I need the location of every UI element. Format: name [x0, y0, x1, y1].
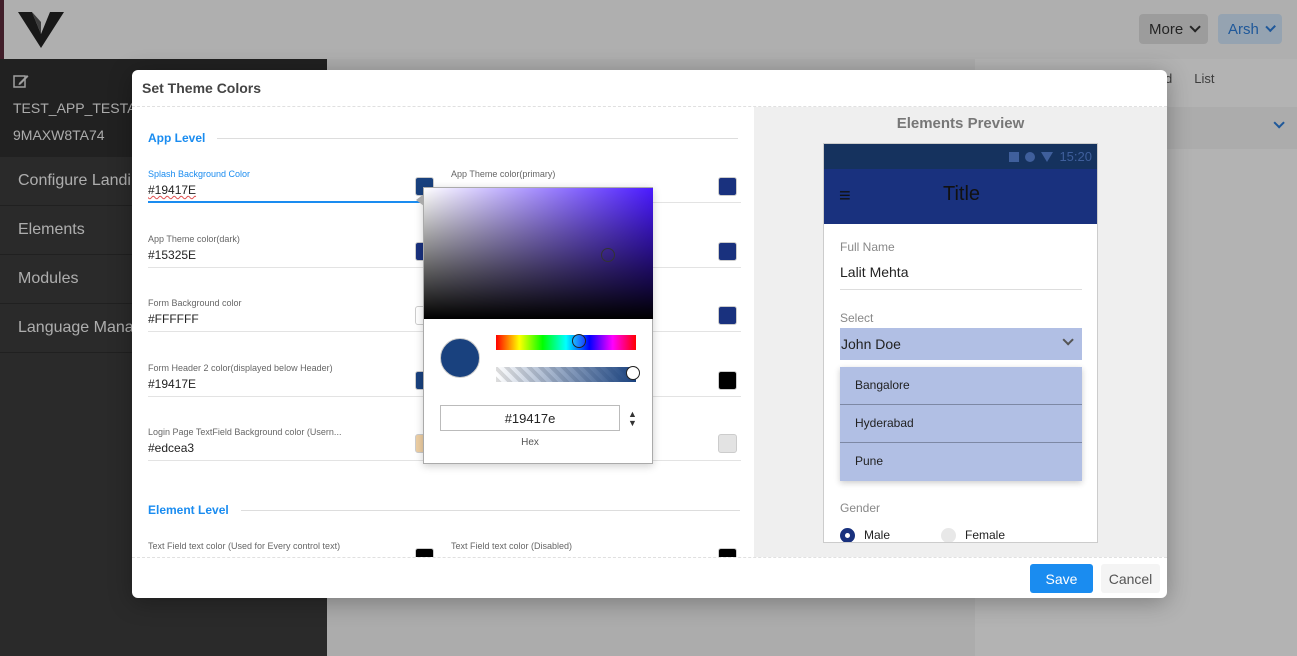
textfield-text-color-swatch[interactable]: [415, 548, 434, 557]
color-preview-swatch: [440, 338, 480, 378]
field-label: Splash Background Color: [148, 169, 251, 179]
field-value[interactable]: #FFFFFF: [148, 312, 199, 326]
app-theme-dark-field[interactable]: App Theme color(dark) #15325E: [148, 234, 438, 268]
form-header2-color-field[interactable]: Form Header 2 color(displayed below Head…: [148, 363, 438, 397]
field-label: Text Field text color (Used for Every co…: [148, 541, 341, 551]
phone-preview: 15:20 ≡ Title Full Name Lalit Mehta Sele…: [823, 143, 1098, 543]
color-swatch[interactable]: [718, 434, 737, 453]
modal-footer: Save Cancel: [132, 557, 1167, 598]
theme-colors-modal: Set Theme Colors App Level Splash Backgr…: [132, 70, 1167, 598]
alpha-slider[interactable]: [496, 366, 640, 382]
field-value[interactable]: #edcea3: [148, 441, 194, 455]
cancel-button[interactable]: Cancel: [1101, 564, 1160, 593]
app-theme-primary-swatch[interactable]: [718, 177, 737, 196]
full-name-value[interactable]: Lalit Mehta: [840, 264, 908, 280]
color-swatch[interactable]: [718, 242, 737, 261]
color-swatch[interactable]: [718, 371, 737, 390]
elements-preview: Elements Preview 15:20 ≡ Title Full Name…: [754, 107, 1167, 557]
battery-icon: [1025, 151, 1036, 162]
form-bg-color-field[interactable]: Form Background color #FFFFFF: [148, 298, 438, 332]
section-divider: [217, 137, 739, 139]
wifi-icon: [1041, 151, 1054, 162]
select-options: Bangalore Hyderabad Pune: [840, 367, 1082, 481]
save-button[interactable]: Save: [1030, 564, 1093, 593]
section-divider: [240, 509, 740, 511]
hex-label: Hex: [521, 437, 539, 448]
signal-icon: [1009, 151, 1020, 162]
app-bar: ≡ Title: [824, 169, 1097, 224]
field-label: App Theme color(primary): [451, 169, 556, 179]
select-value: John Doe: [841, 336, 901, 352]
color-swatch[interactable]: [718, 306, 737, 325]
gender-label: Gender: [840, 501, 881, 515]
option-pune[interactable]: Pune: [840, 443, 1082, 481]
section-element-level: Element Level: [148, 503, 740, 517]
section-element-level-title: Element Level: [148, 503, 229, 517]
field-label: App Theme color(dark): [148, 234, 240, 244]
section-app-level-title: App Level: [148, 131, 206, 145]
section-app-level: App Level: [148, 131, 739, 145]
full-name-label: Full Name: [840, 240, 895, 254]
field-label: Login Page TextField Background color (U…: [148, 427, 342, 437]
login-textfield-bg-color-field[interactable]: Login Page TextField Background color (U…: [148, 427, 438, 461]
saturation-handle[interactable]: [601, 248, 615, 262]
field-label: Form Header 2 color(displayed below Head…: [148, 363, 333, 373]
radio-female-label: Female: [965, 528, 1006, 542]
select-dropdown[interactable]: John Doe: [840, 328, 1082, 360]
hue-slider[interactable]: [496, 334, 636, 350]
option-hyderabad[interactable]: Hyderabad: [840, 405, 1082, 443]
modal-body: App Level Splash Background Color #19417…: [132, 107, 1167, 557]
status-time: 15:20: [1059, 149, 1092, 164]
field-value[interactable]: #19417E: [148, 183, 196, 197]
textfield-disabled-color-field[interactable]: Text Field text color (Disabled): [451, 541, 741, 557]
hue-slider-handle[interactable]: [572, 334, 586, 348]
select-label: Select: [840, 311, 874, 325]
option-bangalore[interactable]: Bangalore: [840, 367, 1082, 405]
hex-input[interactable]: [440, 405, 620, 431]
app-bar-title: Title: [942, 183, 981, 205]
textfield-text-color-field[interactable]: Text Field text color (Used for Every co…: [148, 541, 438, 557]
field-label: Text Field text color (Disabled): [451, 541, 573, 551]
saturation-area[interactable]: [424, 188, 653, 319]
format-toggle-icon[interactable]: ▲ ▼: [628, 410, 637, 428]
modal-title: Set Theme Colors: [132, 70, 1167, 107]
radio-male-label: Male: [864, 528, 891, 542]
color-form: App Level Splash Background Color #19417…: [132, 107, 754, 557]
field-value[interactable]: #15325E: [148, 248, 196, 262]
radio-male[interactable]: [840, 528, 855, 542]
chevron-down-icon: [1062, 334, 1074, 346]
picker-pointer: [416, 194, 424, 206]
textfield-disabled-color-swatch[interactable]: [718, 548, 737, 557]
color-picker-popup: ▲▼ Hex: [416, 187, 653, 464]
status-bar: 15:20: [824, 144, 1097, 169]
alpha-slider-handle[interactable]: [626, 366, 640, 380]
splash-bg-color-field[interactable]: Splash Background Color #19417E: [148, 169, 438, 203]
field-label: Form Background color: [148, 298, 242, 308]
field-value[interactable]: #19417E: [148, 377, 196, 391]
full-name-underline: [840, 289, 1082, 290]
radio-female[interactable]: [941, 528, 956, 542]
preview-title: Elements Preview: [896, 115, 1025, 132]
